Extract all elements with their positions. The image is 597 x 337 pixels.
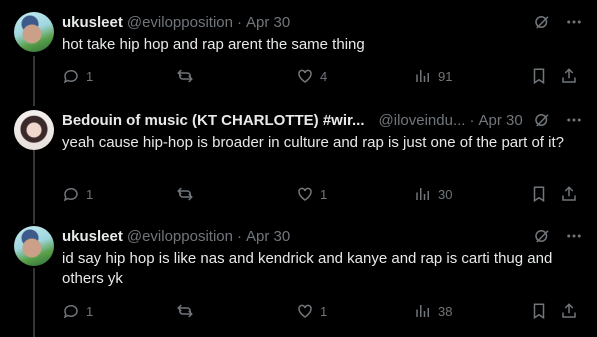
reply-count: 1 xyxy=(86,303,94,319)
tweet-header: ukusleet @evilopposition · Apr 30 xyxy=(62,226,290,246)
like-icon xyxy=(298,304,312,318)
like-count: 1 xyxy=(320,303,328,319)
reply-icon xyxy=(63,304,78,319)
avatar[interactable] xyxy=(14,226,54,266)
like-button[interactable]: 4 xyxy=(296,66,327,86)
views-icon xyxy=(416,188,429,200)
avatar[interactable] xyxy=(14,12,54,52)
tweet-date[interactable]: Apr 30 xyxy=(246,228,290,245)
tweet-header: Bedouin of music (KT CHARLOTTE) #wir... … xyxy=(62,110,523,130)
share-icon xyxy=(562,186,576,201)
like-icon xyxy=(298,69,312,83)
views-count: 38 xyxy=(438,303,453,319)
retweet-icon xyxy=(177,187,193,201)
views-button[interactable]: 91 xyxy=(414,66,452,86)
more-icon[interactable] xyxy=(565,227,583,245)
reply-icon xyxy=(63,69,78,84)
like-button[interactable]: 1 xyxy=(296,184,327,204)
more-icon[interactable] xyxy=(565,13,583,31)
grok-icon[interactable] xyxy=(533,111,551,129)
retweet-button[interactable] xyxy=(176,184,194,204)
like-count: 4 xyxy=(320,68,328,84)
tweet[interactable]: ukusleet @evilopposition · Apr 30 id say… xyxy=(0,216,597,337)
like-icon xyxy=(298,187,312,201)
tweet-actions: 1 1 38 xyxy=(62,301,577,321)
share-button[interactable] xyxy=(560,184,578,204)
tweet-date[interactable]: Apr 30 xyxy=(478,112,522,129)
reply-icon xyxy=(63,187,78,202)
bookmark-icon xyxy=(533,186,545,203)
views-count: 91 xyxy=(438,68,453,84)
reply-count: 1 xyxy=(86,186,94,202)
tweet[interactable]: Bedouin of music (KT CHARLOTTE) #wir... … xyxy=(0,108,597,216)
bookmark-button[interactable] xyxy=(530,66,548,86)
share-icon xyxy=(562,68,576,83)
share-icon xyxy=(562,303,576,318)
display-name[interactable]: Bedouin of music (KT CHARLOTTE) #wir... xyxy=(62,112,365,129)
views-icon xyxy=(416,305,429,317)
user-handle[interactable]: @evilopposition xyxy=(127,14,233,31)
tweet-text: hot take hip hop and rap arent the same … xyxy=(62,36,365,53)
tweet-top-actions xyxy=(533,110,583,130)
retweet-button[interactable] xyxy=(176,301,194,321)
tweet-actions: 1 1 30 xyxy=(62,184,577,204)
tweet-top-actions xyxy=(533,226,583,246)
separator-dot: · xyxy=(236,13,242,31)
share-button[interactable] xyxy=(560,66,578,86)
separator-dot: · xyxy=(236,227,242,245)
user-handle[interactable]: @evilopposition xyxy=(127,228,233,245)
like-button[interactable]: 1 xyxy=(296,301,327,321)
bookmark-icon xyxy=(533,68,545,85)
tweet-date[interactable]: Apr 30 xyxy=(246,14,290,31)
tweet-text: id say hip hop is like nas and kendrick … xyxy=(62,250,553,287)
like-count: 1 xyxy=(320,186,328,202)
views-button[interactable]: 38 xyxy=(414,301,452,321)
tweet-text: yeah cause hip-hop is broader in culture… xyxy=(62,134,564,151)
bookmark-button[interactable] xyxy=(530,184,548,204)
reply-button[interactable]: 1 xyxy=(62,301,93,321)
more-icon[interactable] xyxy=(565,111,583,129)
display-name[interactable]: ukusleet xyxy=(62,14,123,31)
reply-button[interactable]: 1 xyxy=(62,184,93,204)
share-button[interactable] xyxy=(560,301,578,321)
views-count: 30 xyxy=(438,186,453,202)
separator-dot: · xyxy=(469,111,475,129)
tweet[interactable]: ukusleet @evilopposition · Apr 30 hot ta… xyxy=(0,0,597,108)
bookmark-button[interactable] xyxy=(530,301,548,321)
grok-icon[interactable] xyxy=(533,13,551,31)
retweet-button[interactable] xyxy=(176,66,194,86)
reply-count: 1 xyxy=(86,68,94,84)
tweet-actions: 1 4 91 xyxy=(62,66,577,86)
tweet-top-actions xyxy=(533,12,583,32)
retweet-icon xyxy=(177,69,193,83)
user-handle[interactable]: @iloveindu... xyxy=(379,112,466,129)
reply-button[interactable]: 1 xyxy=(62,66,93,86)
views-icon xyxy=(416,70,429,82)
avatar[interactable] xyxy=(14,110,54,150)
display-name[interactable]: ukusleet xyxy=(62,228,123,245)
grok-icon[interactable] xyxy=(533,227,551,245)
retweet-icon xyxy=(177,304,193,318)
tweet-header: ukusleet @evilopposition · Apr 30 xyxy=(62,12,290,32)
views-button[interactable]: 30 xyxy=(414,184,452,204)
bookmark-icon xyxy=(533,303,545,320)
